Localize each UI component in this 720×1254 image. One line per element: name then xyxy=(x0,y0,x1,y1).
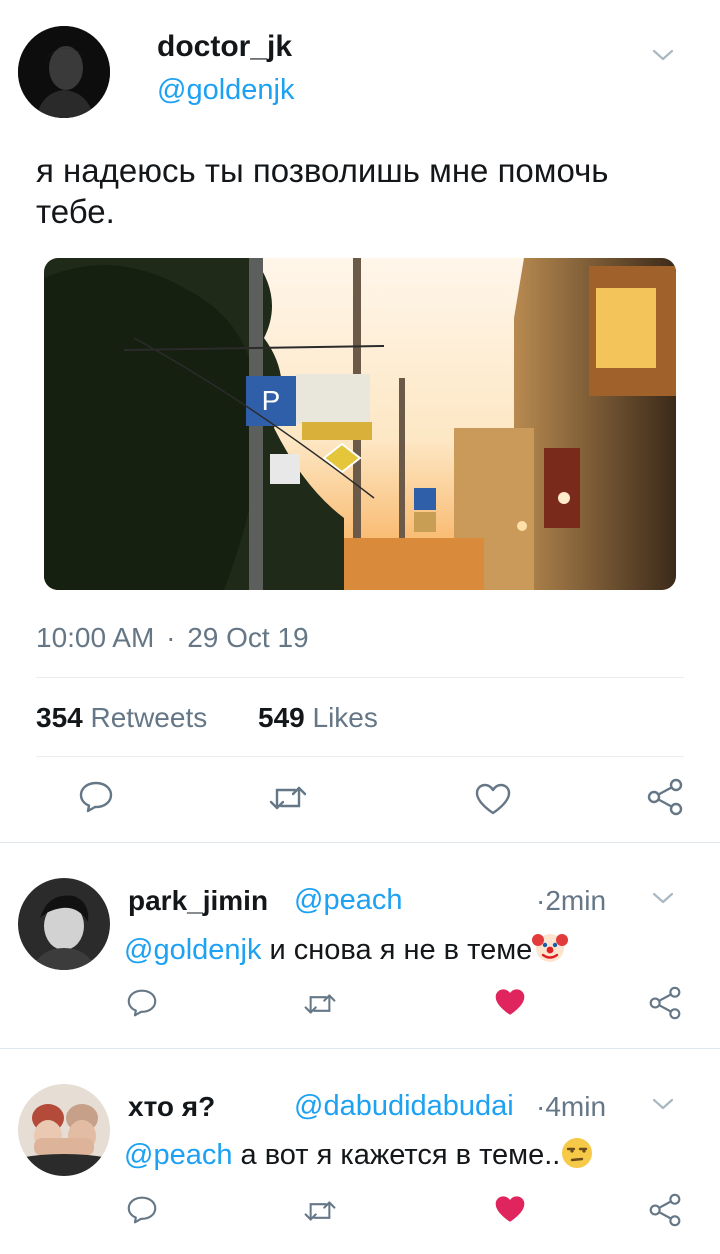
reply-body: и снова я не в теме xyxy=(269,934,533,966)
like-icon-filled[interactable] xyxy=(494,987,526,1017)
reply-avatar[interactable] xyxy=(18,878,110,970)
like-icon[interactable] xyxy=(474,782,512,816)
retweets-label: Retweets xyxy=(90,702,208,733)
time-separator: · xyxy=(536,1091,546,1122)
clown-face-icon xyxy=(532,929,569,973)
reply-divider xyxy=(0,1048,720,1049)
divider xyxy=(36,756,684,757)
reply-icon[interactable] xyxy=(126,988,158,1018)
chevron-down-icon[interactable] xyxy=(652,48,674,62)
unamused-face-icon xyxy=(560,1136,594,1178)
share-icon[interactable] xyxy=(646,778,684,816)
reply-mention[interactable]: @peach xyxy=(124,1139,232,1171)
reply-text: @peach а вот я кажется в теме.. xyxy=(124,1136,594,1178)
likes-label: Likes xyxy=(312,702,378,733)
svg-text:P: P xyxy=(262,385,281,416)
author-avatar[interactable] xyxy=(18,26,110,118)
reply-avatar[interactable] xyxy=(18,1084,110,1176)
retweet-icon[interactable] xyxy=(303,1197,337,1225)
tweet-timestamp[interactable]: 10:00 AM · 29 Oct 19 xyxy=(36,622,309,654)
tweet-date: 29 Oct 19 xyxy=(187,622,309,653)
reply-icon[interactable] xyxy=(78,780,114,814)
reply-display-name[interactable]: park_jimin xyxy=(128,885,268,917)
reply-handle[interactable]: @peach xyxy=(294,884,402,917)
like-icon-filled[interactable] xyxy=(494,1194,526,1224)
time-separator: · xyxy=(536,885,546,916)
section-divider xyxy=(0,842,720,843)
author-display-name[interactable]: doctor_jk xyxy=(157,30,292,64)
timestamp-separator: · xyxy=(166,622,176,653)
likes-count: 549 xyxy=(258,702,305,733)
reply-time: ·4min xyxy=(536,1091,606,1123)
divider xyxy=(36,677,684,678)
share-icon[interactable] xyxy=(648,985,682,1021)
reply-handle[interactable]: @dabudidabudai xyxy=(294,1090,514,1123)
reply-mention[interactable]: @goldenjk xyxy=(124,934,261,966)
reply-icon[interactable] xyxy=(126,1195,158,1225)
author-handle[interactable]: @goldenjk xyxy=(157,74,294,107)
reply-time-value: 2min xyxy=(545,885,607,916)
retweet-icon[interactable] xyxy=(268,782,308,814)
tweet-text: я надеюсь ты позволишь мне помочь тебе. xyxy=(36,152,609,230)
reply-display-name[interactable]: хто я? xyxy=(128,1091,215,1123)
reply-body: а вот я кажется в теме.. xyxy=(240,1139,561,1171)
retweets-count-link[interactable]: 354 Retweets xyxy=(36,702,207,734)
reply-time-value: 4min xyxy=(545,1091,607,1122)
chevron-down-icon[interactable] xyxy=(652,1097,674,1111)
tweet-time: 10:00 AM xyxy=(36,622,155,653)
likes-count-link[interactable]: 549 Likes xyxy=(258,702,378,734)
retweet-icon[interactable] xyxy=(303,990,337,1018)
reply-text: @goldenjk и снова я не в теме xyxy=(124,929,569,973)
retweets-count: 354 xyxy=(36,702,83,733)
reply-time: ·2min xyxy=(536,885,606,917)
chevron-down-icon[interactable] xyxy=(652,891,674,905)
share-icon[interactable] xyxy=(648,1192,682,1228)
tweet-photo[interactable]: P xyxy=(44,258,676,590)
